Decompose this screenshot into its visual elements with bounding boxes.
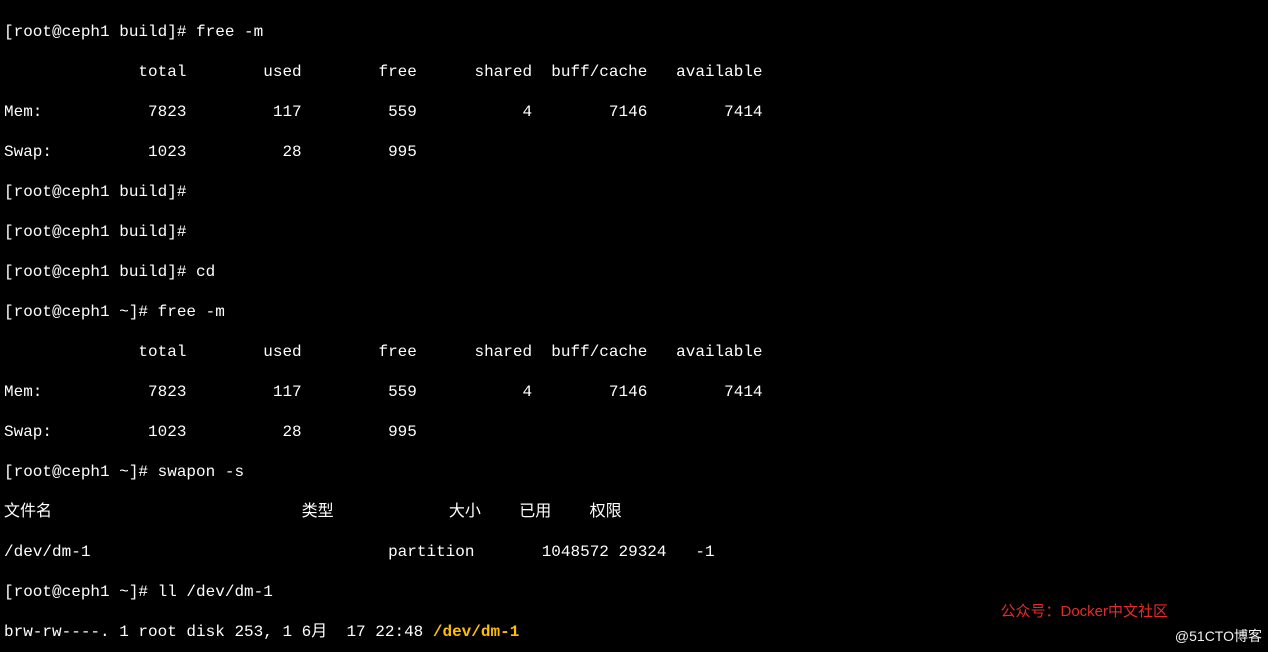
command-text: swapon -s (158, 463, 244, 481)
terminal-output[interactable]: [root@ceph1 build]# free -m total used f… (0, 0, 1268, 652)
prompt: [root@ceph1 build]# (4, 183, 196, 201)
command-text: free -m (196, 23, 263, 41)
prompt: [root@ceph1 build]# (4, 23, 196, 41)
free-mem-row: Mem: 7823 117 559 4 7146 7414 (4, 382, 1264, 402)
ll-output: brw-rw----. 1 root disk 253, 1 6月 17 22:… (4, 622, 1264, 642)
device-path: /dev/dm-1 (433, 623, 519, 641)
free-header: total used free shared buff/cache availa… (4, 342, 1264, 362)
prompt: [root@ceph1 ~]# (4, 583, 158, 601)
prompt: [root@ceph1 build]# (4, 223, 196, 241)
prompt: [root@ceph1 ~]# (4, 463, 158, 481)
watermark-blog: @51CTO博客 (1175, 626, 1262, 646)
free-swap-row: Swap: 1023 28 995 (4, 142, 1264, 162)
swapon-row: /dev/dm-1 partition 1048572 29324 -1 (4, 542, 1264, 562)
command-text: ll /dev/dm-1 (158, 583, 273, 601)
swapon-header: 文件名 类型 大小 已用 权限 (4, 502, 1264, 522)
watermark-wechat: 公众号：Docker中文社区 (1000, 602, 1168, 622)
free-swap-row: Swap: 1023 28 995 (4, 422, 1264, 442)
command-text: free -m (158, 303, 225, 321)
free-mem-row: Mem: 7823 117 559 4 7146 7414 (4, 102, 1264, 122)
free-header: total used free shared buff/cache availa… (4, 62, 1264, 82)
prompt: [root@ceph1 build]# (4, 263, 196, 281)
command-text: cd (196, 263, 215, 281)
prompt: [root@ceph1 ~]# (4, 303, 158, 321)
